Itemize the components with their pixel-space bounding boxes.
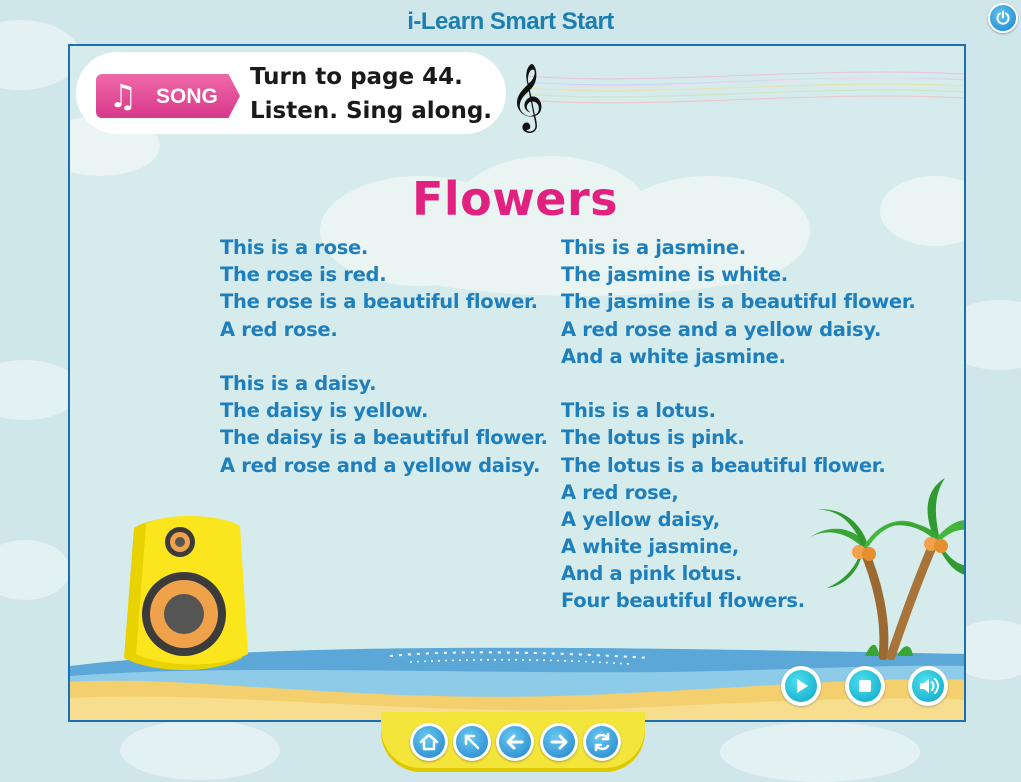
music-note-icon: ♫ xyxy=(108,77,138,115)
lyric-line: A red rose and a yellow daisy. xyxy=(220,453,541,477)
lyric-line: A red rose and a yellow daisy. xyxy=(561,317,882,341)
back-to-menu-button[interactable] xyxy=(453,723,491,761)
instruction-line-2: Listen. Sing along. xyxy=(250,98,493,124)
lyrics-left-column: This is a rose. The rose is red. The ros… xyxy=(220,234,548,479)
lyric-line: The rose is a beautiful flower. xyxy=(220,290,538,314)
song-badge: ♫ SONG xyxy=(96,74,240,118)
song-panel: ♫ SONG Turn to page 44. Listen. Sing alo… xyxy=(68,44,966,722)
lyric-line: And a white jasmine. xyxy=(561,344,786,368)
background-cloud xyxy=(120,720,280,780)
previous-button[interactable] xyxy=(496,723,534,761)
previous-icon xyxy=(506,734,524,750)
palm-tree-decoration xyxy=(807,478,964,660)
lyric-line: This is a rose. xyxy=(220,236,369,259)
music-staff-decoration: 𝄞 xyxy=(510,62,964,133)
song-badge-label: SONG xyxy=(156,85,218,108)
play-button[interactable] xyxy=(781,666,821,706)
home-button[interactable] xyxy=(410,723,448,761)
lyric-line: The jasmine is a beautiful flower. xyxy=(561,290,916,314)
treble-clef-icon: 𝄞 xyxy=(510,62,544,133)
lyric-gap xyxy=(220,343,548,370)
speaker-decoration xyxy=(124,515,248,670)
instruction-line-1: Turn to page 44. xyxy=(250,64,463,90)
home-icon xyxy=(419,733,439,751)
background-cloud xyxy=(0,540,70,600)
lyric-line: This is a daisy. xyxy=(220,371,377,395)
background-cloud xyxy=(720,722,920,782)
stop-button[interactable] xyxy=(845,666,885,706)
play-icon xyxy=(797,679,808,693)
lyric-gap xyxy=(561,370,916,397)
song-title: Flowers xyxy=(411,172,619,226)
back-to-menu-icon xyxy=(464,734,480,750)
power-button[interactable] xyxy=(988,3,1018,33)
lyric-line: The lotus is pink. xyxy=(561,426,745,450)
lyric-line: The daisy is yellow. xyxy=(220,399,429,423)
volume-icon xyxy=(920,678,939,694)
replay-button[interactable] xyxy=(583,723,621,761)
power-icon xyxy=(996,10,1010,25)
next-button[interactable] xyxy=(540,723,578,761)
instruction-box: ♫ SONG Turn to page 44. Listen. Sing alo… xyxy=(76,52,506,134)
lyric-line: This is a lotus. xyxy=(561,399,716,423)
stop-icon xyxy=(859,680,871,692)
lyric-line: A red rose. xyxy=(220,317,338,341)
lyric-line: The jasmine is white. xyxy=(561,263,788,287)
next-icon xyxy=(550,734,568,750)
lyric-line: This is a jasmine. xyxy=(561,236,746,259)
lyric-line: The daisy is a beautiful flower. xyxy=(220,426,548,450)
volume-button[interactable] xyxy=(908,666,948,706)
app-title: i-Learn Smart Start xyxy=(407,8,614,35)
replay-icon xyxy=(594,732,610,752)
lyric-line: The rose is red. xyxy=(220,263,387,287)
